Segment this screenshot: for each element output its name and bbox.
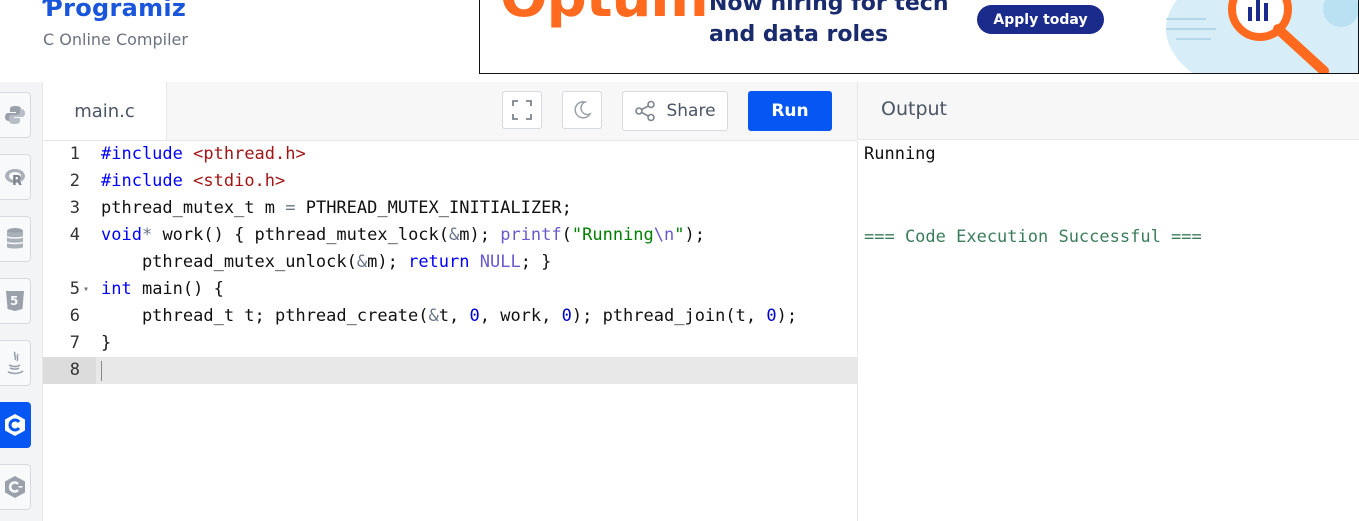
sidebar-item-cpp[interactable] [0,464,31,510]
line-number: 3 [69,198,80,218]
sidebar-item-html[interactable]: 5 [0,278,31,324]
output-title: Output [881,98,947,120]
ad-headline-2: and data roles [709,22,889,47]
r-icon: R [5,169,25,188]
ad-apply-button[interactable]: Apply today [977,5,1104,34]
code-line: 5 ▾ int main() { [43,276,857,303]
text-cursor [101,361,102,381]
ad-magnifier-illustration [1156,0,1358,73]
code-text: int main() { [101,279,224,299]
share-icon [635,100,656,122]
ad-brand-logo: Optum [500,0,709,30]
code-line: 3 pthread_mutex_t m = PTHREAD_MUTEX_INIT… [43,195,857,222]
language-sidebar: R 5 [0,82,43,521]
moon-icon [574,101,592,119]
line-number: 2 [69,171,80,191]
code-editor[interactable]: 1 #include <pthread.h> 2 #include <stdio… [43,141,857,521]
code-line: 1 #include <pthread.h> [43,141,857,168]
sidebar-item-python[interactable] [0,92,31,138]
execution-status: === Code Execution Successful === [864,227,1202,247]
line-number: 1 [69,144,80,164]
share-label: Share [666,101,716,121]
run-button[interactable]: Run [748,91,832,131]
code-text: pthread_mutex_t m = PTHREAD_MUTEX_INITIA… [101,198,572,218]
sidebar-item-sql[interactable] [0,216,31,262]
fullscreen-button[interactable] [502,91,542,129]
code-line: 2 #include <stdio.h> [43,168,857,195]
python-icon [5,106,25,124]
code-text: void* work() { pthread_mutex_lock(&m); p… [101,225,705,245]
html5-icon: 5 [6,291,24,311]
code-line-active: 8 [43,357,857,384]
code-line: 6 pthread_t t; pthread_create(&t, 0, wor… [43,303,857,330]
code-text: pthread_mutex_unlock(&m); return NULL; } [101,252,552,272]
svg-text:R: R [12,174,22,188]
sidebar-item-r[interactable]: R [0,154,31,200]
line-number: 8 [69,360,80,380]
programiz-logo[interactable]: Ƥrogramiz [44,0,186,22]
site-header: Ƥrogramiz C Online Compiler Optum Now hi… [0,0,1359,83]
line-number: 4 [69,225,80,245]
ad-headline-1: Now hiring for tech [709,0,949,16]
code-text: pthread_t t; pthread_create(&t, 0, work,… [101,306,798,326]
output-text: Running [864,144,936,164]
cpp-icon [5,476,25,498]
tab-main-c[interactable]: main.c [43,82,167,140]
code-text: #include <stdio.h> [101,171,286,191]
code-line: 7 } [43,330,857,357]
database-icon [6,228,24,249]
ad-banner[interactable]: Optum Now hiring for tech and data roles… [479,0,1359,74]
output-header: Output [857,82,1359,140]
code-line: pthread_mutex_unlock(&m); return NULL; } [43,249,857,276]
fold-arrow-icon[interactable]: ▾ [83,276,89,303]
java-icon [7,351,24,375]
theme-toggle-button[interactable] [562,91,602,129]
svg-text:5: 5 [10,294,18,308]
c-icon [5,414,25,436]
editor-toolbar: main.c Share Run [43,82,857,141]
share-button[interactable]: Share [622,91,728,131]
fullscreen-icon [512,100,532,120]
sidebar-item-c[interactable] [0,402,31,448]
code-line: 4 void* work() { pthread_mutex_lock(&m);… [43,222,857,249]
line-number: 7 [69,333,80,353]
code-text: } [101,333,112,353]
output-panel: Running === Code Execution Successful ==… [857,141,1359,521]
sidebar-item-java[interactable] [0,340,31,386]
code-text: #include <pthread.h> [101,144,306,164]
line-number: 5 [69,279,80,299]
line-number: 6 [69,306,80,326]
page-subtitle: C Online Compiler [43,30,188,49]
